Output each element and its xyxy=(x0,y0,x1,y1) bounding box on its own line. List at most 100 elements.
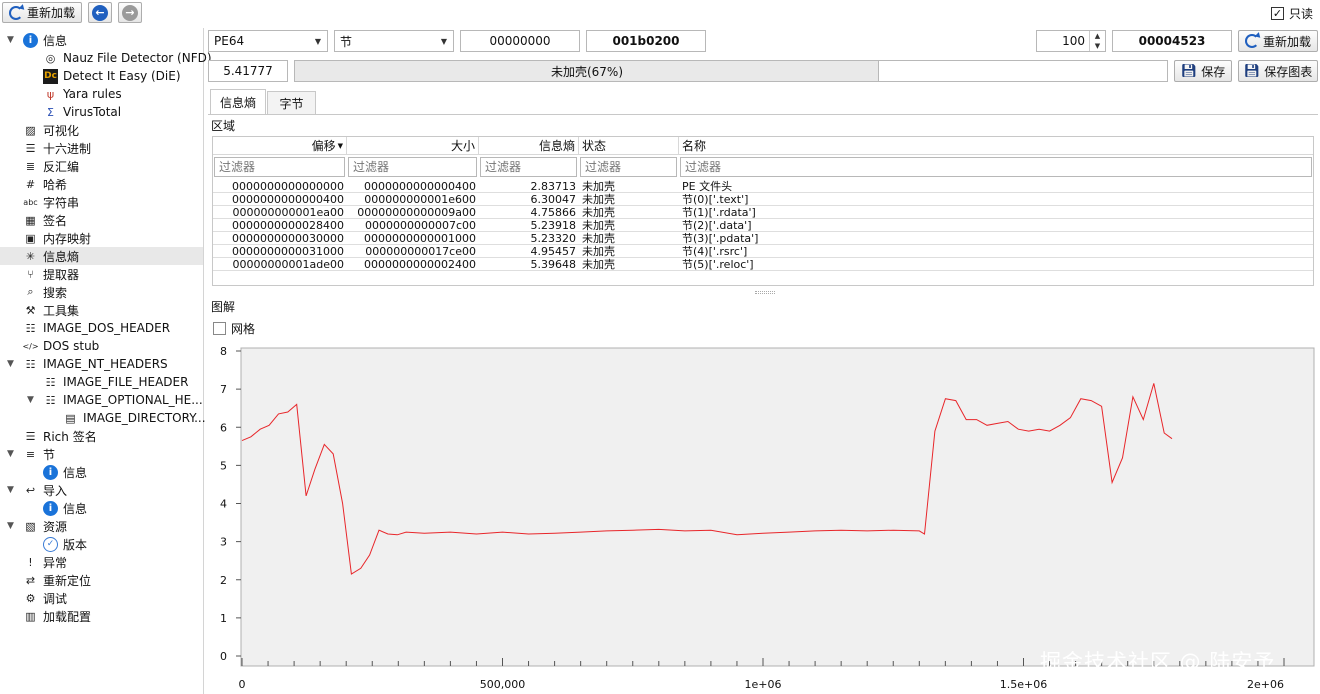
region-select[interactable]: 节 ▼ xyxy=(334,30,454,52)
sidebar-item-12[interactable]: ✳ 信息熵 xyxy=(0,247,203,265)
reload-entropy-button[interactable]: 重新加载 xyxy=(1238,30,1318,52)
debug-icon: ⚙ xyxy=(25,591,36,605)
sidebar-item-19[interactable]: ☷ IMAGE_FILE_HEADER xyxy=(43,373,189,391)
result-field[interactable]: 00004523 xyxy=(1112,30,1232,52)
table-row[interactable]: 0000000000028400 0000000000007c00 5.23918 未… xyxy=(213,219,1313,232)
tab-bytes[interactable]: 字节 xyxy=(267,91,316,115)
column-header-size[interactable]: 大小 xyxy=(347,137,479,155)
column-header-status[interactable]: 状态 xyxy=(579,137,679,155)
expand-arrow-icon[interactable]: ▼ xyxy=(7,35,14,45)
sidebar-item-22[interactable]: ☰ Rich 签名 xyxy=(23,427,97,445)
sidebar-item-23[interactable]: ▼ ≡ 节 xyxy=(7,445,55,463)
table-row[interactable]: 0000000000030000 0000000000001000 5.23320 未… xyxy=(213,232,1313,245)
sidebar-item-label: 签名 xyxy=(43,213,68,228)
sidebar-item-26[interactable]: i 信息 xyxy=(43,499,87,517)
save-chart-button[interactable]: 💾︎ 保存图表 xyxy=(1238,60,1318,82)
sidebar-item-24[interactable]: i 信息 xyxy=(43,463,87,481)
sidebar-item-21[interactable]: ▤ IMAGE_DIRECTORY... xyxy=(63,409,205,427)
sidebar-item-31[interactable]: ⚙ 调试 xyxy=(23,589,67,607)
info-icon: i xyxy=(43,464,58,480)
splitter-handle[interactable] xyxy=(755,291,775,294)
sidebar-item-0[interactable]: ▼ i 信息 xyxy=(7,31,68,49)
sidebar-item-6[interactable]: ☰ 十六进制 xyxy=(23,139,91,157)
filter-status-input[interactable] xyxy=(580,157,677,177)
grid-checkbox[interactable] xyxy=(213,322,226,335)
sidebar-item-8[interactable]: # 哈希 xyxy=(23,175,67,193)
sidebar-item-1[interactable]: ◎ Nauz File Detector (NFD) xyxy=(43,49,212,67)
total-entropy-field[interactable]: 5.41777 xyxy=(208,60,288,82)
sidebar-item-32[interactable]: ▥ 加载配置 xyxy=(23,607,91,625)
table-row[interactable]: 0000000000031000 000000000017ce00 4.95457 未… xyxy=(213,245,1313,258)
sidebar-item-10[interactable]: ▦ 签名 xyxy=(23,211,67,229)
expand-arrow-icon[interactable]: ▼ xyxy=(27,395,34,405)
packed-status-bar: 未加壳(67%) xyxy=(294,60,1168,82)
stepper-arrows-icon[interactable]: ▲ ▼ xyxy=(1089,31,1105,51)
back-button[interactable]: ← xyxy=(88,2,112,23)
cell-status: 未加壳 xyxy=(582,258,615,271)
sidebar-item-label: 信息 xyxy=(63,465,88,480)
count-stepper[interactable]: 100 ▲ ▼ xyxy=(1036,30,1106,52)
sidebar-item-27[interactable]: ▼ ▧ 资源 xyxy=(7,517,68,535)
tab-entropy[interactable]: 信息熵 xyxy=(210,89,266,115)
filter-size-input[interactable] xyxy=(348,157,477,177)
sidebar-item-16[interactable]: ☷ IMAGE_DOS_HEADER xyxy=(23,319,171,337)
sidebar-item-label: DOS stub xyxy=(43,339,100,353)
sidebar-item-15[interactable]: ⚒ 工具集 xyxy=(23,301,79,319)
readonly-checkbox[interactable]: ✓ xyxy=(1271,7,1284,20)
sidebar-item-label: Detect It Easy (DiE) xyxy=(63,69,181,83)
reload-button-label: 重新加载 xyxy=(26,6,75,20)
sidebar-item-25[interactable]: ▼ ↩ 导入 xyxy=(7,481,67,499)
column-header-entropy[interactable]: 信息熵 xyxy=(479,137,579,155)
cell-name: 节(4)['.rsrc'] xyxy=(682,245,748,258)
offset-field[interactable]: 00000000 xyxy=(460,30,580,52)
y-tick-label: 2 xyxy=(220,574,227,587)
reload-icon xyxy=(1244,34,1259,48)
sidebar-item-4[interactable]: Σ VirusTotal xyxy=(43,103,121,121)
sidebar-item-9[interactable]: abc 字符串 xyxy=(23,193,79,211)
expand-arrow-icon[interactable]: ▼ xyxy=(7,521,14,531)
virustotal-icon: Σ xyxy=(47,105,54,119)
reload-button[interactable]: 重新加载 xyxy=(2,2,82,23)
sidebar-item-14[interactable]: ⌕ 搜索 xyxy=(23,283,67,301)
sidebar-item-label: 资源 xyxy=(43,519,68,534)
save-button[interactable]: 💾︎ 保存 xyxy=(1174,60,1232,82)
sidebar-item-28[interactable]: ✓ 版本 xyxy=(43,535,87,553)
table-row[interactable]: 00000000001ade00 0000000000002400 5.39648 未… xyxy=(213,258,1313,271)
sections-icon: ≡ xyxy=(25,447,36,461)
sidebar-item-label: 工具集 xyxy=(43,303,80,318)
column-header-name[interactable]: 名称 xyxy=(679,137,1313,155)
forward-button[interactable]: → xyxy=(118,2,142,23)
expand-arrow-icon[interactable]: ▼ xyxy=(7,485,14,495)
sidebar-item-2[interactable]: Dc Detect It Easy (DiE) xyxy=(43,67,181,85)
sidebar-item-5[interactable]: ▨ 可视化 xyxy=(23,121,79,139)
table-row[interactable]: 000000000001ea00 00000000000009a00 4.75866… xyxy=(213,206,1313,219)
signature-icon: ▦ xyxy=(25,213,36,227)
size-field[interactable]: 001b0200 xyxy=(586,30,706,52)
readonly-toggle[interactable]: ✓ 只读 xyxy=(1271,5,1313,22)
table-row[interactable]: 0000000000000400 000000000001e600 6.30047 未… xyxy=(213,193,1313,206)
filter-name-input[interactable] xyxy=(680,157,1312,177)
offset-value: 00000000 xyxy=(489,34,551,48)
file-type-select[interactable]: PE64 ▼ xyxy=(208,30,328,52)
code-icon: </> xyxy=(22,341,39,351)
filter-offset-input[interactable] xyxy=(214,157,345,177)
sidebar-item-3[interactable]: ψ Yara rules xyxy=(43,85,122,103)
sidebar-item-20[interactable]: ▼ ☷ IMAGE_OPTIONAL_HE... xyxy=(27,391,203,409)
expand-arrow-icon[interactable]: ▼ xyxy=(7,449,14,459)
sidebar-item-30[interactable]: ⇄ 重新定位 xyxy=(23,571,91,589)
version-icon: ✓ xyxy=(43,536,58,552)
grid-toggle[interactable]: 网格 xyxy=(213,320,255,337)
expand-arrow-icon[interactable]: ▼ xyxy=(7,359,14,369)
sidebar-item-7[interactable]: ≣ 反汇编 xyxy=(23,157,79,175)
sidebar-item-18[interactable]: ▼ ☷ IMAGE_NT_HEADERS xyxy=(7,355,168,373)
extractor-icon: ⑂ xyxy=(27,267,34,281)
sidebar-item-13[interactable]: ⑂ 提取器 xyxy=(23,265,79,283)
column-header-offset[interactable]: 偏移 ▼ xyxy=(213,137,347,155)
sidebar-item-17[interactable]: </> DOS stub xyxy=(22,337,100,355)
cell-name: 节(3)['.pdata'] xyxy=(682,232,759,245)
sidebar-item-11[interactable]: ▣ 内存映射 xyxy=(23,229,91,247)
filter-entropy-input[interactable] xyxy=(480,157,577,177)
sidebar-item-label: 信息 xyxy=(43,33,68,48)
sidebar-item-29[interactable]: ! 异常 xyxy=(23,553,67,571)
table-row[interactable]: 0000000000000000 0000000000000400 2.83713 未… xyxy=(213,180,1313,193)
